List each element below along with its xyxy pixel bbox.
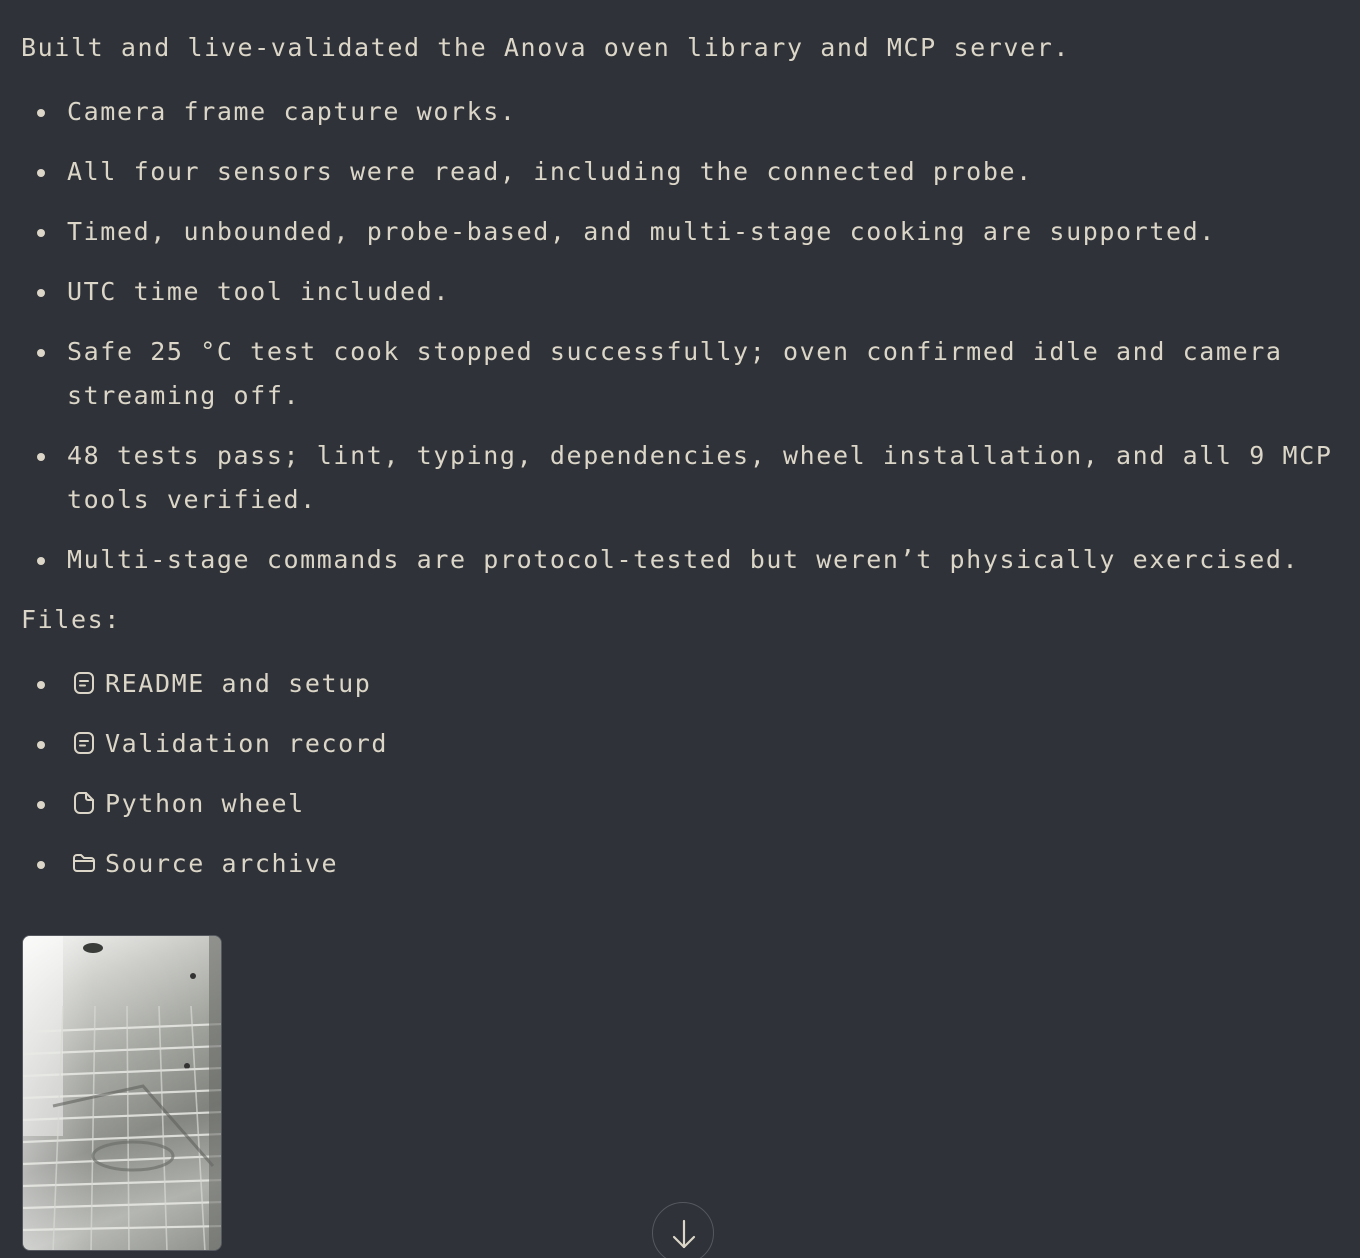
list-item: 48 tests pass; lint, typing, dependencie… bbox=[21, 434, 1351, 522]
document-icon bbox=[71, 730, 97, 756]
result-list: Camera frame capture works. All four sen… bbox=[21, 90, 1351, 582]
document-icon bbox=[71, 670, 97, 696]
list-item: Safe 25 °C test cook stopped successfull… bbox=[21, 330, 1351, 418]
file-link-label[interactable]: Python wheel bbox=[105, 789, 305, 818]
list-item: UTC time tool included. bbox=[21, 270, 1351, 314]
file-link-label[interactable]: Validation record bbox=[105, 729, 388, 758]
file-link-source-archive[interactable]: Source archive bbox=[21, 842, 1351, 886]
file-link-label[interactable]: Source archive bbox=[105, 849, 338, 878]
file-link-readme[interactable]: README and setup bbox=[21, 662, 1351, 706]
assistant-message: Built and live-validated the Anova oven … bbox=[21, 26, 1351, 902]
file-link-python-wheel[interactable]: Python wheel bbox=[21, 782, 1351, 826]
list-item: All four sensors were read, including th… bbox=[21, 150, 1351, 194]
file-list: README and setup Validation record Pytho… bbox=[21, 662, 1351, 886]
scroll-to-bottom-button[interactable] bbox=[652, 1202, 714, 1258]
folder-icon bbox=[71, 850, 97, 876]
summary-text: Built and live-validated the Anova oven … bbox=[21, 33, 1071, 62]
list-item: Camera frame capture works. bbox=[21, 90, 1351, 134]
file-icon bbox=[71, 790, 97, 816]
files-heading: Files: bbox=[21, 605, 121, 634]
list-item: Timed, unbounded, probe-based, and multi… bbox=[21, 210, 1351, 254]
oven-camera-image[interactable] bbox=[22, 935, 222, 1251]
file-link-label[interactable]: README and setup bbox=[105, 669, 371, 698]
arrow-down-icon bbox=[672, 1219, 696, 1249]
file-link-validation-record[interactable]: Validation record bbox=[21, 722, 1351, 766]
list-item: Multi-stage commands are protocol-tested… bbox=[21, 538, 1351, 582]
